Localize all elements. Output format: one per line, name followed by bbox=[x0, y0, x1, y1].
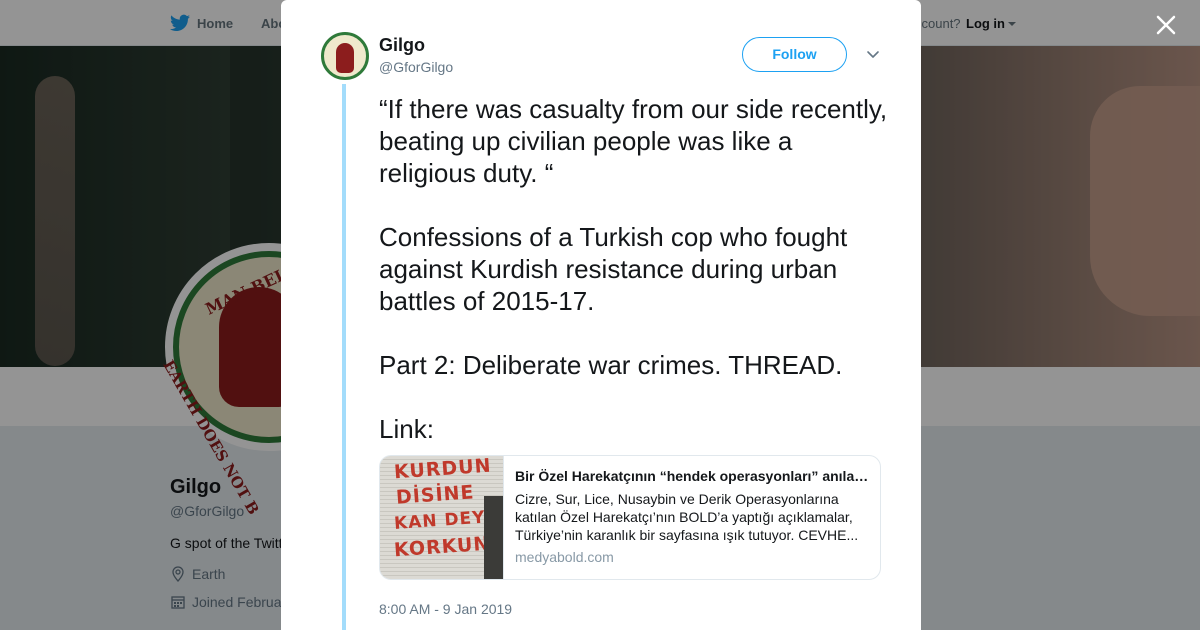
chevron-down-icon[interactable] bbox=[865, 47, 881, 63]
follow-button[interactable]: Follow bbox=[742, 37, 847, 72]
tweet-author-avatar[interactable] bbox=[321, 32, 369, 80]
link-card-domain[interactable]: medyabold.com bbox=[515, 549, 614, 565]
tweet-paragraph: Link: bbox=[379, 414, 434, 444]
tweet-author-name[interactable]: Gilgo bbox=[379, 35, 425, 56]
link-preview-image: KURDUN DİSİNE KAN DEYİN KORKUN bbox=[380, 456, 504, 579]
avatar-portrait bbox=[336, 43, 354, 73]
image-dark-figure bbox=[484, 496, 503, 579]
tweet-paragraph: Confessions of a Turkish cop who fought … bbox=[379, 222, 848, 316]
thread-connector-line bbox=[342, 84, 346, 630]
link-preview-card[interactable]: KURDUN DİSİNE KAN DEYİN KORKUN Bir Özel … bbox=[379, 455, 881, 580]
tweet-paragraph: Part 2: Deliberate war crimes. THREAD. bbox=[379, 350, 843, 380]
link-card-title[interactable]: Bir Özel Harekatçının “hendek operasyonl… bbox=[515, 468, 873, 484]
tweet-modal: Gilgo @GforGilgo Follow “If there was ca… bbox=[281, 0, 921, 630]
tweet-paragraph: “If there was casualty from our side rec… bbox=[379, 94, 888, 188]
tweet-text: “If there was casualty from our side rec… bbox=[379, 93, 889, 477]
tweet-timestamp[interactable]: 8:00 AM - 9 Jan 2019 bbox=[379, 601, 512, 617]
tweet-author-handle[interactable]: @GforGilgo bbox=[379, 59, 453, 75]
close-icon[interactable] bbox=[1152, 11, 1180, 39]
link-card-description: Cizre, Sur, Lice, Nusaybin ve Derik Oper… bbox=[515, 491, 859, 543]
